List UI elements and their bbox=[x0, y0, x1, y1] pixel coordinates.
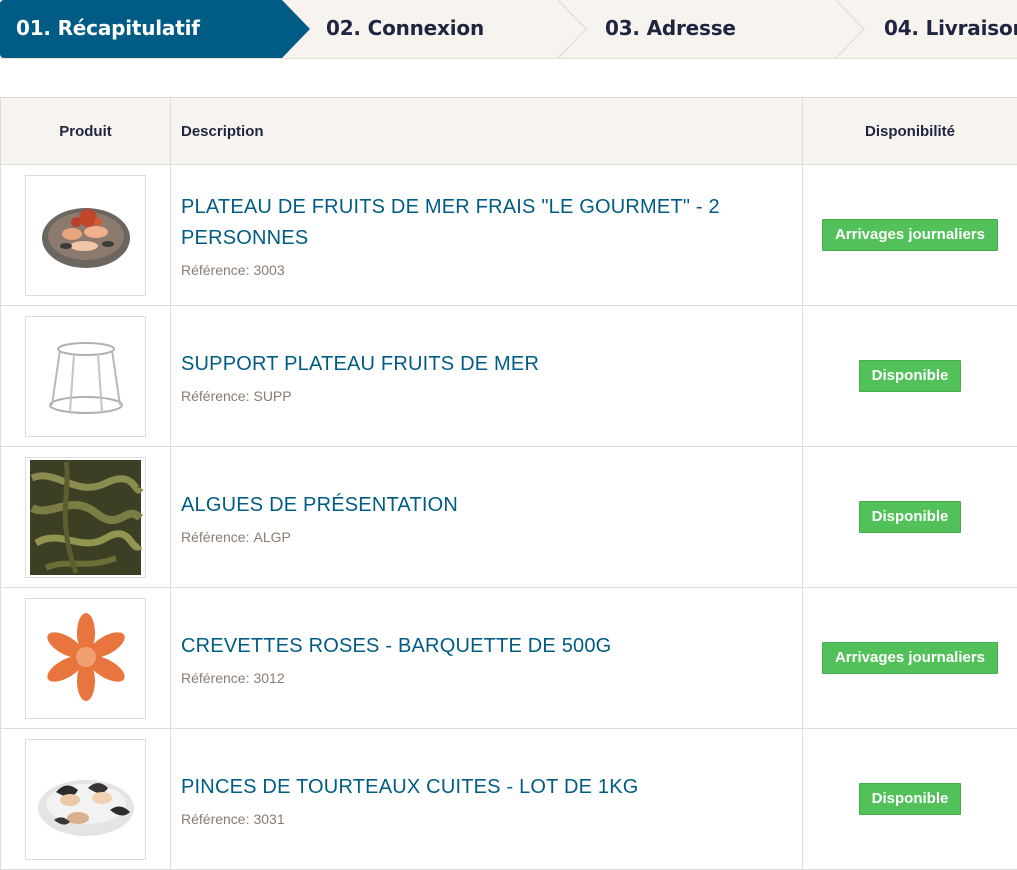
reference-value: 3031 bbox=[253, 811, 284, 827]
product-reference: Référence:3012 bbox=[181, 670, 792, 686]
step-separator-icon bbox=[556, 0, 592, 58]
crab-claws-image[interactable] bbox=[25, 739, 146, 860]
reference-value: 3012 bbox=[253, 670, 284, 686]
header-description: Description bbox=[171, 98, 803, 165]
product-name-link[interactable]: PINCES DE TOURTEAUX CUITES - LOT DE 1KG bbox=[181, 772, 792, 803]
availability-badge: Disponible bbox=[859, 501, 962, 533]
product-name-link[interactable]: SUPPORT PLATEAU FRUITS DE MER bbox=[181, 349, 792, 380]
table-row: PINCES DE TOURTEAUX CUITES - LOT DE 1KG … bbox=[1, 729, 1017, 870]
header-product: Produit bbox=[1, 98, 171, 165]
reference-value: ALGP bbox=[253, 529, 290, 545]
availability-badge: Disponible bbox=[859, 783, 962, 815]
reference-label: Référence: bbox=[181, 811, 249, 827]
reference-label: Référence: bbox=[181, 262, 249, 278]
step-delivery[interactable]: 04. Livraison bbox=[884, 0, 1017, 58]
availability-badge: Arrivages journaliers bbox=[822, 219, 998, 251]
header-availability: Disponibilité bbox=[803, 98, 1017, 165]
step-address[interactable]: 03. Adresse bbox=[605, 0, 736, 58]
product-name-link[interactable]: PLATEAU DE FRUITS DE MER FRAIS "LE GOURM… bbox=[181, 192, 792, 254]
product-reference: Référence:3003 bbox=[181, 262, 792, 278]
step-summary[interactable]: 01. Récapitulatif bbox=[0, 0, 310, 58]
cart-summary-table: Produit Description Disponibilité bbox=[0, 97, 1017, 870]
shrimp-image[interactable] bbox=[25, 598, 146, 719]
table-row: ALGUES DE PRÉSENTATION Référence:ALGP Di… bbox=[1, 447, 1017, 588]
table-row: CREVETTES ROSES - BARQUETTE DE 500G Réfé… bbox=[1, 588, 1017, 729]
product-reference: Référence:SUPP bbox=[181, 388, 792, 404]
step-separator-icon bbox=[834, 0, 870, 58]
table-row: PLATEAU DE FRUITS DE MER FRAIS "LE GOURM… bbox=[1, 165, 1017, 306]
availability-badge: Disponible bbox=[859, 360, 962, 392]
reference-value: SUPP bbox=[253, 388, 291, 404]
reference-label: Référence: bbox=[181, 529, 249, 545]
step-login[interactable]: 02. Connexion bbox=[326, 0, 484, 58]
reference-label: Référence: bbox=[181, 388, 249, 404]
reference-value: 3003 bbox=[253, 262, 284, 278]
product-name-link[interactable]: ALGUES DE PRÉSENTATION bbox=[181, 490, 792, 521]
table-row: SUPPORT PLATEAU FRUITS DE MER Référence:… bbox=[1, 306, 1017, 447]
product-reference: Référence:3031 bbox=[181, 811, 792, 827]
product-reference: Référence:ALGP bbox=[181, 529, 792, 545]
availability-badge: Arrivages journaliers bbox=[822, 642, 998, 674]
platter-stand-image[interactable] bbox=[25, 316, 146, 437]
checkout-steps: 01. Récapitulatif 02. Connexion 03. Adre… bbox=[0, 0, 1017, 59]
reference-label: Référence: bbox=[181, 670, 249, 686]
product-name-link[interactable]: CREVETTES ROSES - BARQUETTE DE 500G bbox=[181, 631, 792, 662]
table-header-row: Produit Description Disponibilité bbox=[1, 98, 1017, 165]
seaweed-image[interactable] bbox=[25, 457, 146, 578]
seafood-platter-image[interactable] bbox=[25, 175, 146, 296]
